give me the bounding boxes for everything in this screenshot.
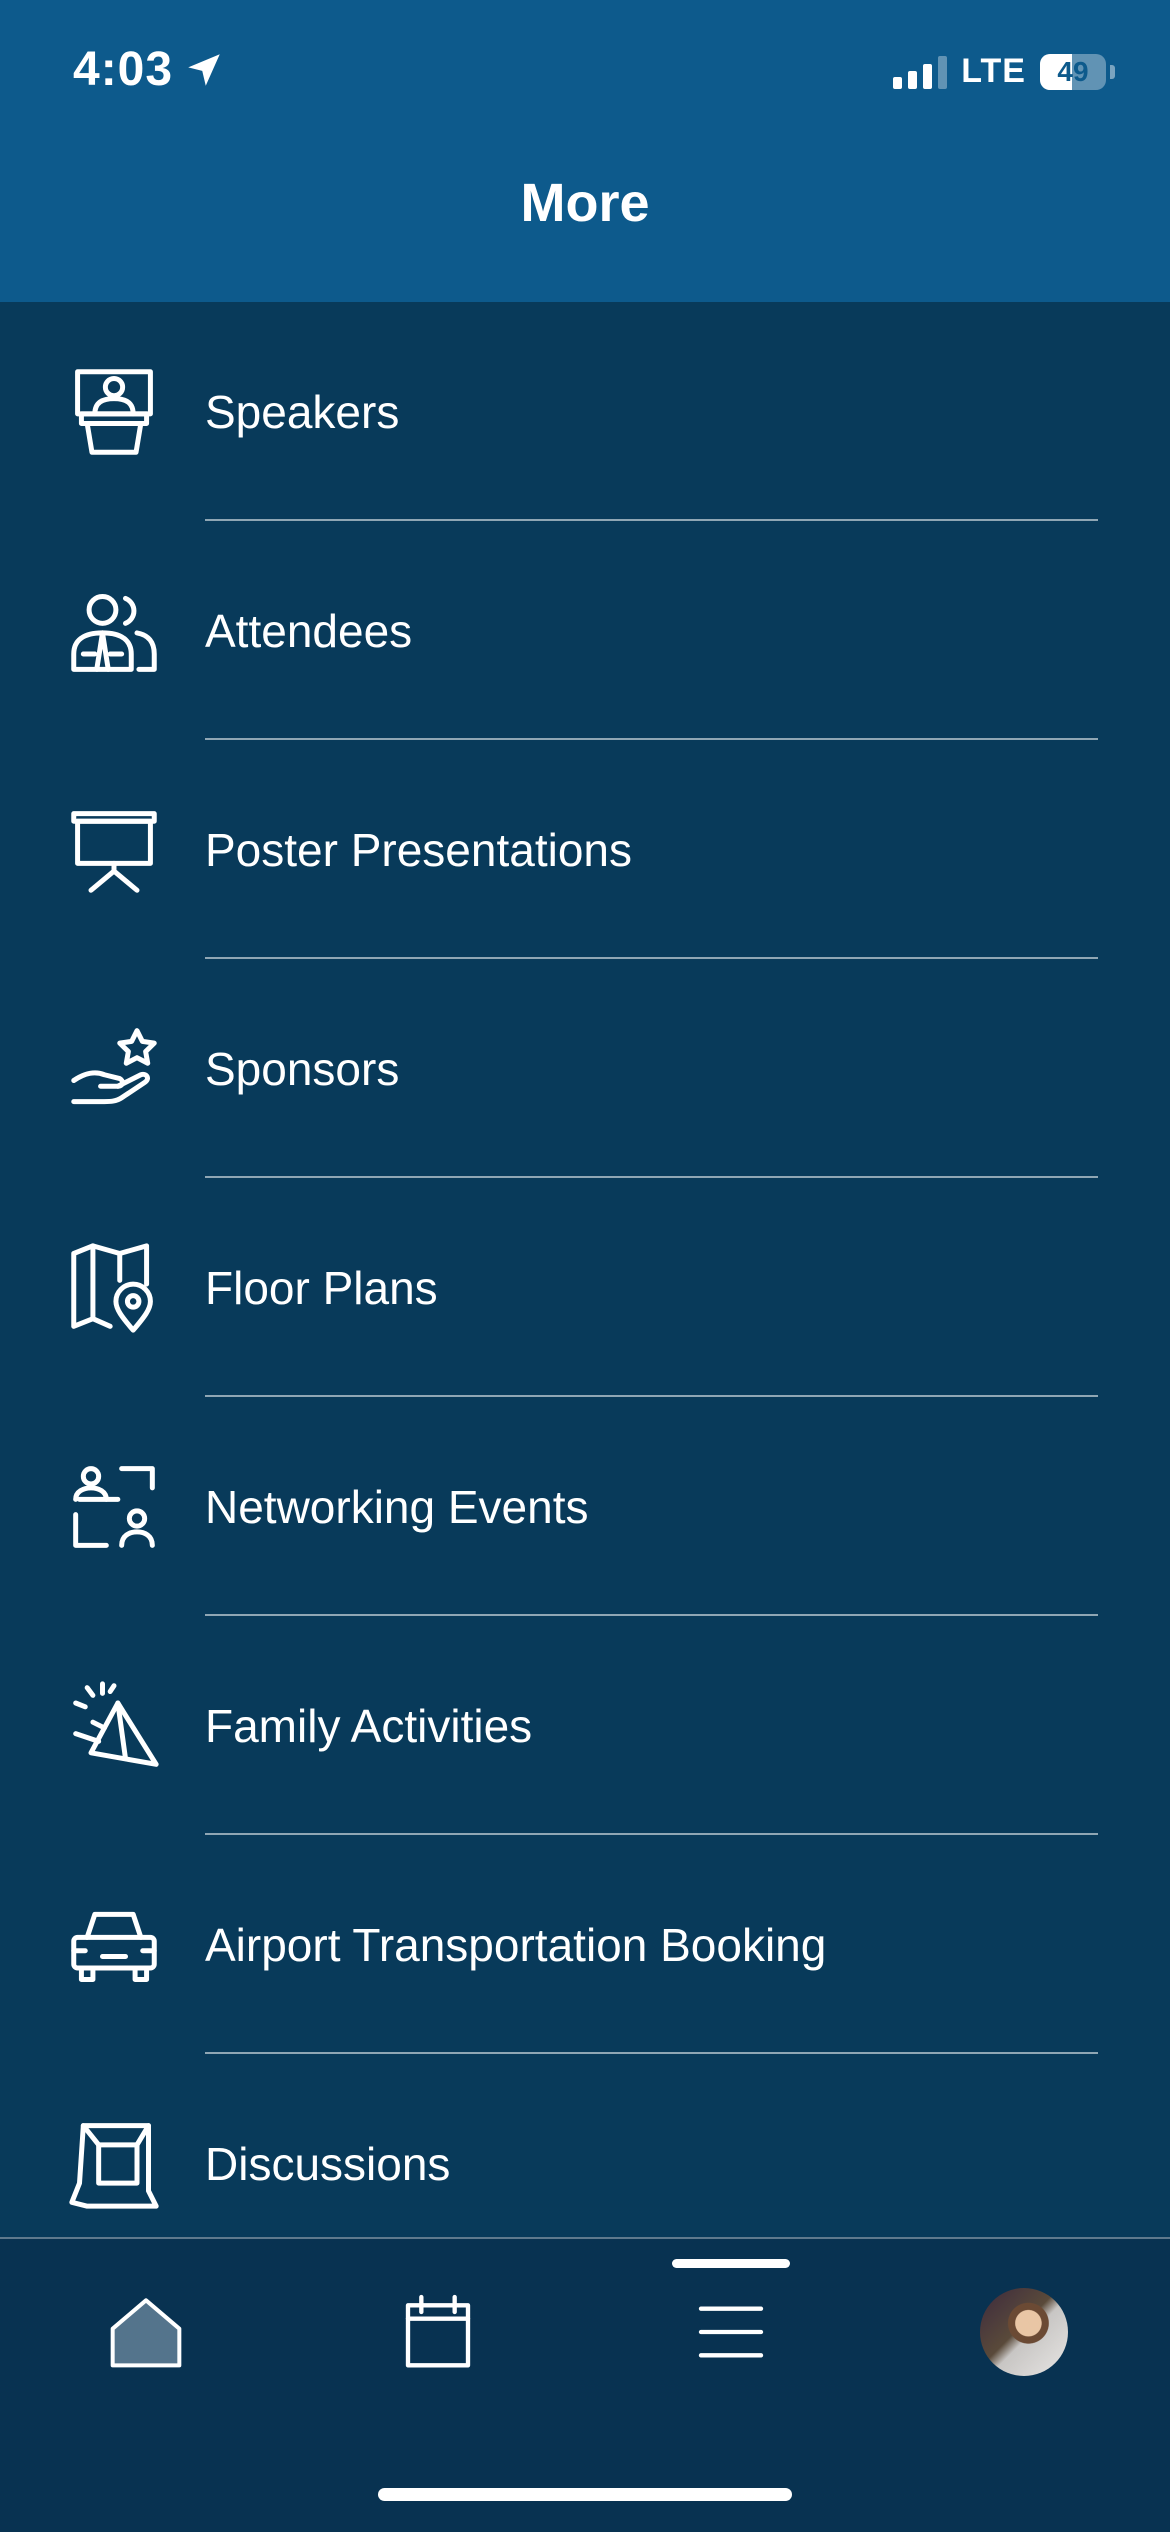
battery-cap <box>1110 64 1115 79</box>
app-header: 4:03 LTE 49 More <box>0 0 1170 302</box>
menu-item-airport-transportation[interactable]: Airport Transportation Booking <box>0 1835 1170 2054</box>
menu-item-label: Attendees <box>205 604 413 657</box>
battery-level: 49 <box>1057 55 1089 87</box>
map-pin-icon <box>68 1242 160 1334</box>
discussion-icon <box>68 2118 160 2210</box>
home-icon <box>110 2298 182 2368</box>
menu-item-poster-presentations[interactable]: Poster Presentations <box>0 740 1170 959</box>
status-bar-time: 4:03 <box>73 42 225 97</box>
status-bar-indicators: LTE 49 <box>893 52 1115 91</box>
menu-item-label: Speakers <box>205 385 400 438</box>
menu-item-label: Airport Transportation Booking <box>205 1918 827 1971</box>
page-title: More <box>520 173 650 233</box>
tab-schedule[interactable] <box>378 2277 498 2387</box>
menu-item-label: Family Activities <box>205 1699 533 1752</box>
speaker-podium-icon <box>68 366 160 458</box>
home-indicator[interactable] <box>378 2488 792 2501</box>
menu-item-label: Poster Presentations <box>205 823 633 876</box>
menu-icon <box>698 2306 764 2358</box>
network-type: LTE <box>961 52 1026 90</box>
tab-home[interactable] <box>86 2277 206 2387</box>
menu-item-attendees[interactable]: Attendees <box>0 521 1170 740</box>
menu-item-label: Sponsors <box>205 1042 400 1095</box>
menu-item-label: Floor Plans <box>205 1261 438 1314</box>
hand-star-icon <box>68 1023 160 1115</box>
menu-item-family-activities[interactable]: Family Activities <box>0 1616 1170 1835</box>
networking-icon <box>68 1461 160 1553</box>
menu-item-floor-plans[interactable]: Floor Plans <box>0 1178 1170 1397</box>
menu-item-label: Networking Events <box>205 1480 589 1533</box>
location-arrow-icon <box>188 53 220 86</box>
menu-item-networking-events[interactable]: Networking Events <box>0 1397 1170 1616</box>
tab-more[interactable] <box>671 2277 791 2387</box>
menu-item-speakers[interactable]: Speakers <box>0 302 1170 521</box>
car-icon <box>68 1899 160 1991</box>
more-menu-list: Speakers Attendees Poster Presentations … <box>0 302 1170 2273</box>
time-text: 4:03 <box>73 43 174 96</box>
attendees-icon <box>68 585 160 677</box>
menu-item-sponsors[interactable]: Sponsors <box>0 959 1170 1178</box>
avatar <box>980 2288 1068 2376</box>
signal-strength-icon <box>893 55 948 89</box>
battery-icon: 49 <box>1040 53 1106 90</box>
tab-profile[interactable] <box>964 2277 1084 2387</box>
party-hat-icon <box>68 1680 160 1772</box>
active-tab-indicator <box>672 2259 790 2268</box>
calendar-icon <box>405 2294 471 2368</box>
presentation-board-icon <box>68 804 160 896</box>
